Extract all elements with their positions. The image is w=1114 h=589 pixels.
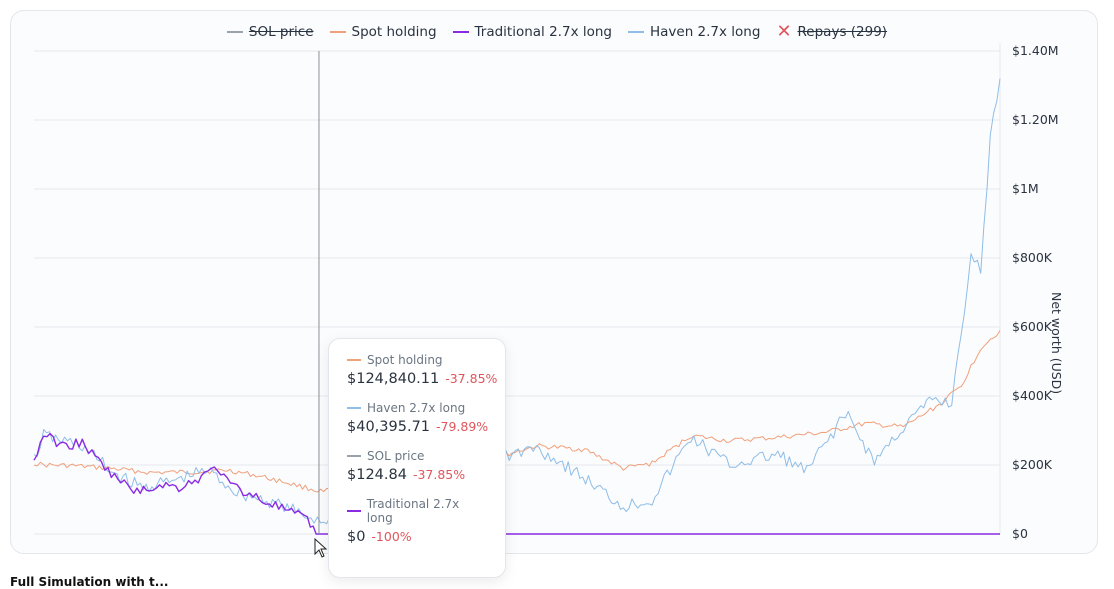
series-lines [33,78,1001,535]
legend-label: Spot holding [351,24,437,40]
bottom-heading: Full Simulation with t... [10,575,169,589]
tooltip-swatch [347,407,361,409]
y-axis-label: Net worth (USD) [1049,292,1064,395]
tooltip-entry: SOL price $124.84 -37.85% [347,449,487,483]
tooltip-swatch [347,359,361,361]
tooltip-value: $0 [347,529,366,545]
y-tick-label: $1.40M [1012,43,1059,58]
legend-swatch [329,31,346,33]
net-worth-chart[interactable]: $0 $200K $400K $600K $800K $1M $1.20M $1.40M [0,0,1114,582]
legend-label: Repays (299) [797,24,888,40]
chart-legend: SOL price Spot holding Traditional 2.7x lo… [0,21,1114,42]
legend-label: Haven 2.7x long [649,24,761,40]
tooltip-name-label: SOL price [367,449,425,463]
tooltip-value-row: $124,840.11 -37.85% [347,371,497,387]
tooltip-value-row: $0 -100% [347,529,487,545]
y-tick-label: $600K [1012,319,1053,334]
tooltip-series-name: Traditional 2.7x long [347,497,487,525]
tooltip-series-name: Haven 2.7x long [347,401,487,415]
tooltip-value-row: $40,395.71 -79.89% [347,419,489,435]
tooltip-change: -79.89% [432,419,489,434]
series-line-haven-2-7x-long [33,78,1001,525]
tooltip-name-label: Spot holding [367,353,443,367]
tooltip-series-name: Spot holding [347,353,487,367]
y-tick-label: $1M [1012,181,1039,196]
legend-label: SOL price [248,24,314,40]
series-line-traditional-2-7x-long [33,432,1000,535]
tooltip-value-row: $124.84 -37.85% [347,467,487,483]
tooltip-name-label: Haven 2.7x long [367,401,466,415]
tooltip-swatch [347,510,361,512]
mouse-cursor-icon [314,538,328,558]
tooltip-value: $124,840.11 [347,371,440,387]
tooltip-name-label: Traditional 2.7x long [366,497,460,525]
hover-tooltip: Spot holding $124,840.11 -37.85% Haven 2.7… [328,338,506,578]
legend-label: Traditional 2.7x long [474,24,612,40]
legend-swatch [226,31,243,33]
y-tick-label: $400K [1012,388,1053,403]
y-tick-label: $0 [1012,526,1028,541]
tooltip-change: -100% [367,529,412,544]
tooltip-entry: Spot holding $124,840.11 -37.85% [347,353,497,387]
legend-item-repays-299[interactable]: ✕ Repays (299) [776,21,888,42]
legend-swatch [627,31,644,33]
legend-swatch [452,31,469,33]
tooltip-entry: Traditional 2.7x long $0 -100% [347,497,487,545]
legend-item-traditional-2-7x-long[interactable]: Traditional 2.7x long [452,24,612,40]
y-tick-label: $200K [1012,457,1053,472]
legend-item-sol-price[interactable]: SOL price [226,24,314,40]
series-line-spot-holding [33,330,1001,493]
tooltip-change: -37.85% [408,467,466,482]
tooltip-entry: Haven 2.7x long $40,395.71 -79.89% [347,401,489,435]
tooltip-series-name: SOL price [347,449,487,463]
tooltip-value: $40,395.71 [347,419,431,435]
y-tick-label: $800K [1012,250,1053,265]
legend-item-haven-2-7x-long[interactable]: Haven 2.7x long [627,24,761,40]
x-marker-icon: ✕ [776,21,792,42]
y-tick-label: $1.20M [1012,112,1059,127]
tooltip-value: $124.84 [347,467,407,483]
grid-lines [34,43,1001,535]
legend-item-spot-holding[interactable]: Spot holding [329,24,437,40]
tooltip-swatch [347,455,361,457]
tooltip-change: -37.85% [441,371,498,386]
